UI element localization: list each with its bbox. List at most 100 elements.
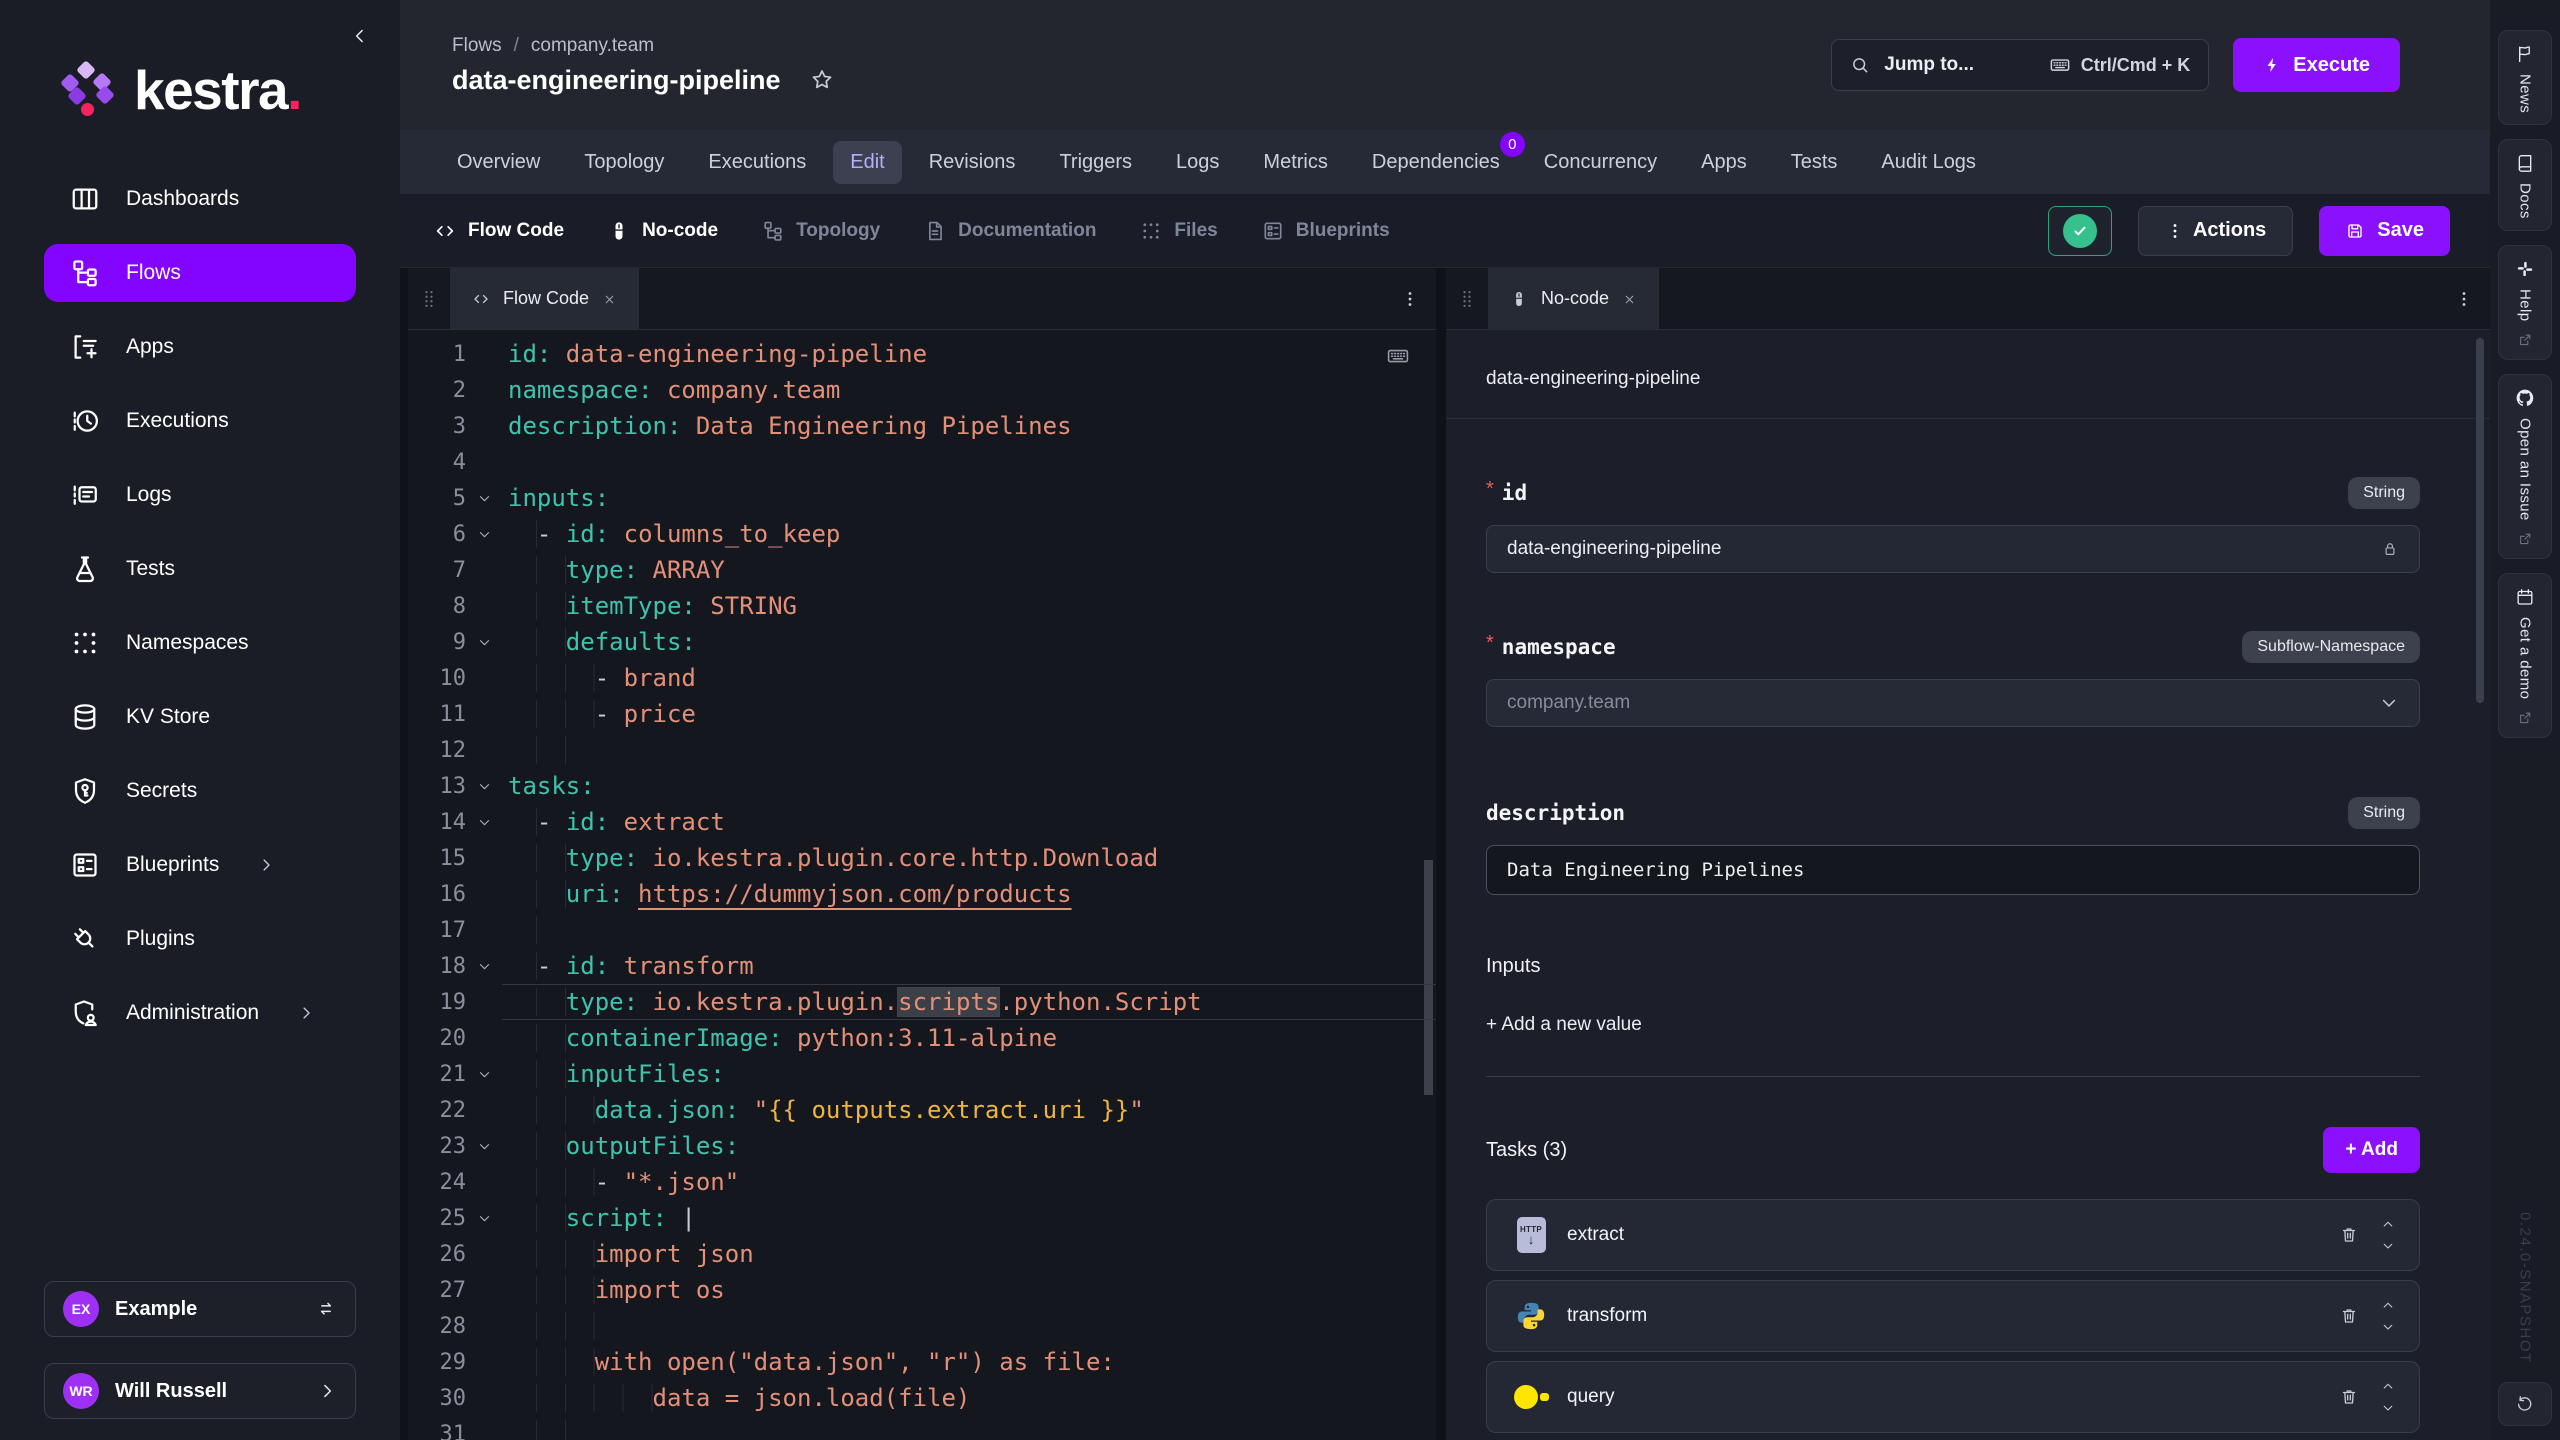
move-task-up-button[interactable]: [2381, 1296, 2395, 1314]
move-task-up-button[interactable]: [2381, 1377, 2395, 1395]
breadcrumb-flows[interactable]: Flows: [452, 35, 502, 57]
code-line-17: 17: [408, 912, 1436, 948]
move-task-down-button[interactable]: [2381, 1318, 2395, 1336]
sidebar-item-administration[interactable]: Administration: [44, 984, 356, 1042]
sidebar-collapse-button[interactable]: [346, 22, 374, 50]
panel-menu-kebab-icon[interactable]: [1384, 268, 1436, 329]
task-card-query[interactable]: query: [1486, 1361, 2420, 1433]
add-task-button[interactable]: + Add: [2323, 1127, 2420, 1173]
task-card-extract[interactable]: HTTP↓extract: [1486, 1199, 2420, 1271]
view-files[interactable]: Files: [1140, 220, 1217, 242]
delete-task-button[interactable]: [2339, 1225, 2359, 1245]
sidebar-item-secrets[interactable]: Secrets: [44, 762, 356, 820]
save-button[interactable]: Save: [2319, 206, 2450, 256]
view-blueprints[interactable]: Blueprints: [1262, 220, 1390, 242]
description-input[interactable]: Data Engineering Pipelines: [1486, 845, 2420, 895]
tab-revisions[interactable]: Revisions: [912, 141, 1033, 184]
close-icon[interactable]: [602, 288, 617, 309]
validation-status-button[interactable]: [2048, 206, 2112, 256]
close-icon[interactable]: [1622, 288, 1637, 309]
sidebar-item-plugins[interactable]: Plugins: [44, 910, 356, 968]
tab-topology[interactable]: Topology: [567, 141, 681, 184]
breadcrumb-namespace[interactable]: company.team: [531, 35, 654, 57]
jump-to-search[interactable]: Jump to... Ctrl/Cmd + K: [1831, 39, 2209, 91]
view-flow-code[interactable]: Flow Code: [434, 220, 564, 242]
fold-toggle[interactable]: [466, 491, 502, 506]
user-menu[interactable]: WR Will Russell: [44, 1363, 356, 1419]
move-task-up-button[interactable]: [2381, 1215, 2395, 1233]
tab-no-code[interactable]: No-code: [1488, 268, 1659, 329]
form-scrollbar[interactable]: [2476, 338, 2484, 703]
sidebar-item-tests[interactable]: Tests: [44, 540, 356, 598]
tab-triggers[interactable]: Triggers: [1042, 141, 1149, 184]
add-input-value-button[interactable]: + Add a new value: [1486, 1014, 1642, 1036]
actions-button[interactable]: Actions: [2138, 206, 2293, 256]
user-avatar: WR: [63, 1373, 99, 1409]
id-input[interactable]: data-engineering-pipeline: [1486, 525, 2420, 573]
fold-toggle[interactable]: [466, 1211, 502, 1226]
rail-button-open-an-issue[interactable]: Open an Issue: [2498, 374, 2552, 559]
fold-toggle[interactable]: [466, 527, 502, 542]
fold-toggle[interactable]: [466, 1067, 502, 1082]
fold-toggle[interactable]: [466, 635, 502, 650]
sidebar-item-logs[interactable]: Logs: [44, 466, 356, 524]
sidebar-item-flows[interactable]: Flows: [44, 244, 356, 302]
version-label: 0.24.0-SNAPSHOT: [2517, 1212, 2534, 1364]
code-line-18: 18 - id: transform: [408, 948, 1436, 984]
code-line-12: 12: [408, 732, 1436, 768]
fold-toggle[interactable]: [466, 779, 502, 794]
tab-concurrency[interactable]: Concurrency: [1527, 141, 1674, 184]
namespace-select[interactable]: company.team: [1486, 679, 2420, 727]
drag-handle[interactable]: [408, 268, 450, 329]
sidebar-item-namespaces[interactable]: Namespaces: [44, 614, 356, 672]
sidebar-item-blueprints[interactable]: Blueprints: [44, 836, 356, 894]
mouse-icon: [1510, 288, 1528, 309]
kestra-app: kestra. Dashboards Flows Apps Executions Log…: [0, 0, 2560, 1440]
keyboard-icon: [1386, 344, 1410, 368]
tab-audit-logs[interactable]: Audit Logs: [1864, 141, 1993, 184]
editor-keyboard-icon[interactable]: [1386, 344, 1410, 368]
tab-metrics[interactable]: Metrics: [1246, 141, 1344, 184]
line-number: 21: [408, 1062, 466, 1087]
rail-button-docs[interactable]: Docs: [2498, 139, 2552, 231]
tab-dependencies[interactable]: Dependencies0: [1355, 141, 1517, 184]
move-task-down-button[interactable]: [2381, 1237, 2395, 1255]
move-task-down-button[interactable]: [2381, 1399, 2395, 1417]
task-card-transform[interactable]: transform: [1486, 1280, 2420, 1352]
view-documentation[interactable]: Documentation: [924, 220, 1096, 242]
fold-toggle[interactable]: [466, 815, 502, 830]
tab-apps[interactable]: Apps: [1684, 141, 1764, 184]
tab-executions[interactable]: Executions: [691, 141, 823, 184]
view-toolbar: Flow Code No-code Topology Documentation Fil…: [400, 194, 2490, 268]
sidebar-item-executions[interactable]: Executions: [44, 392, 356, 450]
execute-button[interactable]: Execute: [2233, 38, 2400, 92]
tab-overview[interactable]: Overview: [440, 141, 557, 184]
tab-tests[interactable]: Tests: [1774, 141, 1855, 184]
tab-flow-code[interactable]: Flow Code: [450, 268, 639, 329]
tenant-switcher[interactable]: EX Example: [44, 1281, 356, 1337]
fold-toggle[interactable]: [466, 1139, 502, 1154]
restart-tour-button[interactable]: [2498, 1382, 2552, 1426]
rail-button-help[interactable]: Help: [2498, 245, 2552, 360]
chevron-right-icon: [297, 1004, 315, 1022]
sidebar-item-dashboards[interactable]: Dashboards: [44, 170, 356, 228]
view-topology[interactable]: Topology: [762, 220, 880, 242]
right-rail: News Docs Help Open an Issue Get a demo 0.24…: [2490, 0, 2560, 1440]
code-line-27: 27 import os: [408, 1272, 1436, 1308]
panel-menu-kebab-icon[interactable]: [2438, 268, 2490, 329]
tab-logs[interactable]: Logs: [1159, 141, 1236, 184]
view-no-code[interactable]: No-code: [608, 220, 718, 242]
sidebar-item-kv-store[interactable]: KV Store: [44, 688, 356, 746]
tab-edit[interactable]: Edit: [833, 141, 901, 184]
fold-toggle[interactable]: [466, 959, 502, 974]
star-icon[interactable]: [809, 67, 835, 93]
delete-task-button[interactable]: [2339, 1387, 2359, 1407]
drag-handle[interactable]: [1446, 268, 1488, 329]
sidebar-item-apps[interactable]: Apps: [44, 318, 356, 376]
delete-task-button[interactable]: [2339, 1306, 2359, 1326]
rail-button-news[interactable]: News: [2498, 30, 2552, 125]
yaml-code-editor[interactable]: 1id: data-engineering-pipeline2namespace…: [408, 330, 1436, 1440]
rail-button-get-a-demo[interactable]: Get a demo: [2498, 573, 2552, 738]
rail-button-label: Get a demo: [2517, 617, 2534, 699]
kestra-logo[interactable]: kestra.: [60, 58, 301, 122]
